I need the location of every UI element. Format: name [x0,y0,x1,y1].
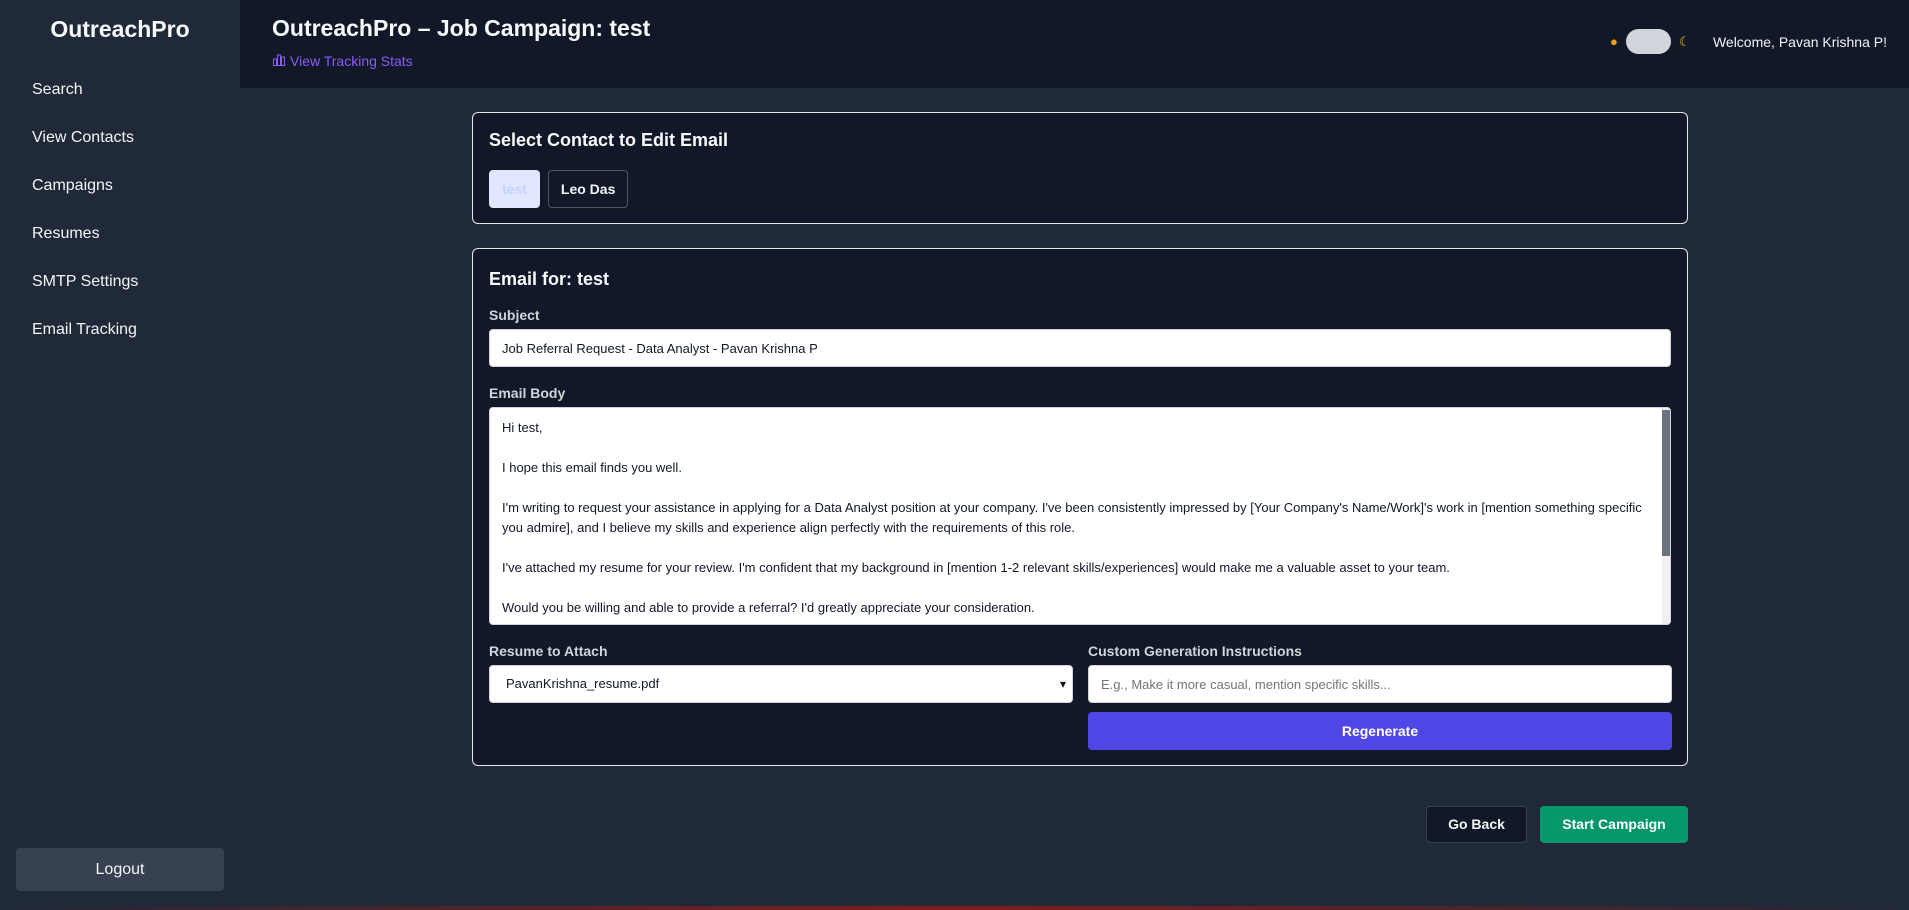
page-title: OutreachPro – Job Campaign: test [272,15,651,41]
email-body-textarea[interactable]: Hi test, I hope this email finds you wel… [489,407,1671,625]
sidebar-item-resumes[interactable]: Resumes [0,222,240,270]
email-body-label: Email Body [489,385,566,401]
go-back-button[interactable]: Go Back [1426,806,1527,843]
theme-switch[interactable] [1625,29,1671,54]
email-body-paragraph: Hi test, [502,420,543,435]
sidebar-item-email-tracking[interactable]: Email Tracking [0,318,240,366]
sidebar-nav: Search View Contacts Campaigns Resumes S… [0,78,240,366]
email-body-paragraph: I've attached my resume for your review.… [502,560,1450,575]
email-editor-card: Email for: test Subject Email Body Hi te… [472,248,1688,766]
start-campaign-button[interactable]: Start Campaign [1540,806,1688,843]
subject-input[interactable] [489,329,1671,367]
theme-toggle: ● ☾ [1610,29,1691,54]
scrollbar-thumb[interactable] [1662,410,1670,556]
resume-label: Resume to Attach [489,643,608,659]
contact-select-title: Select Contact to Edit Email [489,130,729,150]
contact-button-test[interactable]: test [489,170,540,208]
moon-icon: ☾ [1678,33,1691,49]
resume-select[interactable]: PavanKrishna_resume.pdf ▾ [489,665,1073,703]
contact-button-leo-das[interactable]: Leo Das [547,170,629,208]
logout-button[interactable]: Logout [16,848,224,891]
contact-button-group: test Leo Das [489,170,629,208]
instructions-input[interactable] [1088,665,1672,703]
bottom-divider [0,906,1909,910]
bar-chart-icon [273,53,285,69]
email-body-paragraph: Would you be willing and able to provide… [502,600,1035,615]
contact-select-card: Select Contact to Edit Email test Leo Da… [472,112,1688,224]
sidebar: OutreachPro Search View Contacts Campaig… [0,0,240,910]
sun-icon: ● [1610,34,1618,49]
email-body-scrollbar[interactable] [1662,408,1670,624]
instructions-label: Custom Generation Instructions [1088,643,1302,659]
email-editor-title: Email for: test [489,269,610,289]
sidebar-item-campaigns[interactable]: Campaigns [0,174,240,222]
sidebar-item-view-contacts[interactable]: View Contacts [0,126,240,174]
regenerate-button[interactable]: Regenerate [1088,712,1672,750]
subject-label: Subject [489,307,540,323]
brand-logo: OutreachPro [50,16,190,42]
welcome-message: Welcome, Pavan Krishna P! [1712,34,1887,50]
top-header: OutreachPro – Job Campaign: test View Tr… [240,0,1909,88]
view-tracking-stats-label: View Tracking Stats [290,53,413,69]
chevron-down-icon: ▾ [1059,677,1066,691]
view-tracking-stats-link[interactable]: View Tracking Stats [273,53,413,69]
email-body-paragraph: I'm writing to request your assistance i… [502,500,1642,535]
sidebar-item-smtp-settings[interactable]: SMTP Settings [0,270,240,318]
email-body-paragraph: I hope this email finds you well. [502,460,682,475]
resume-selected-value: PavanKrishna_resume.pdf [506,676,660,691]
email-body-content: Hi test, I hope this email finds you wel… [490,408,1656,624]
sidebar-item-search[interactable]: Search [0,78,240,126]
